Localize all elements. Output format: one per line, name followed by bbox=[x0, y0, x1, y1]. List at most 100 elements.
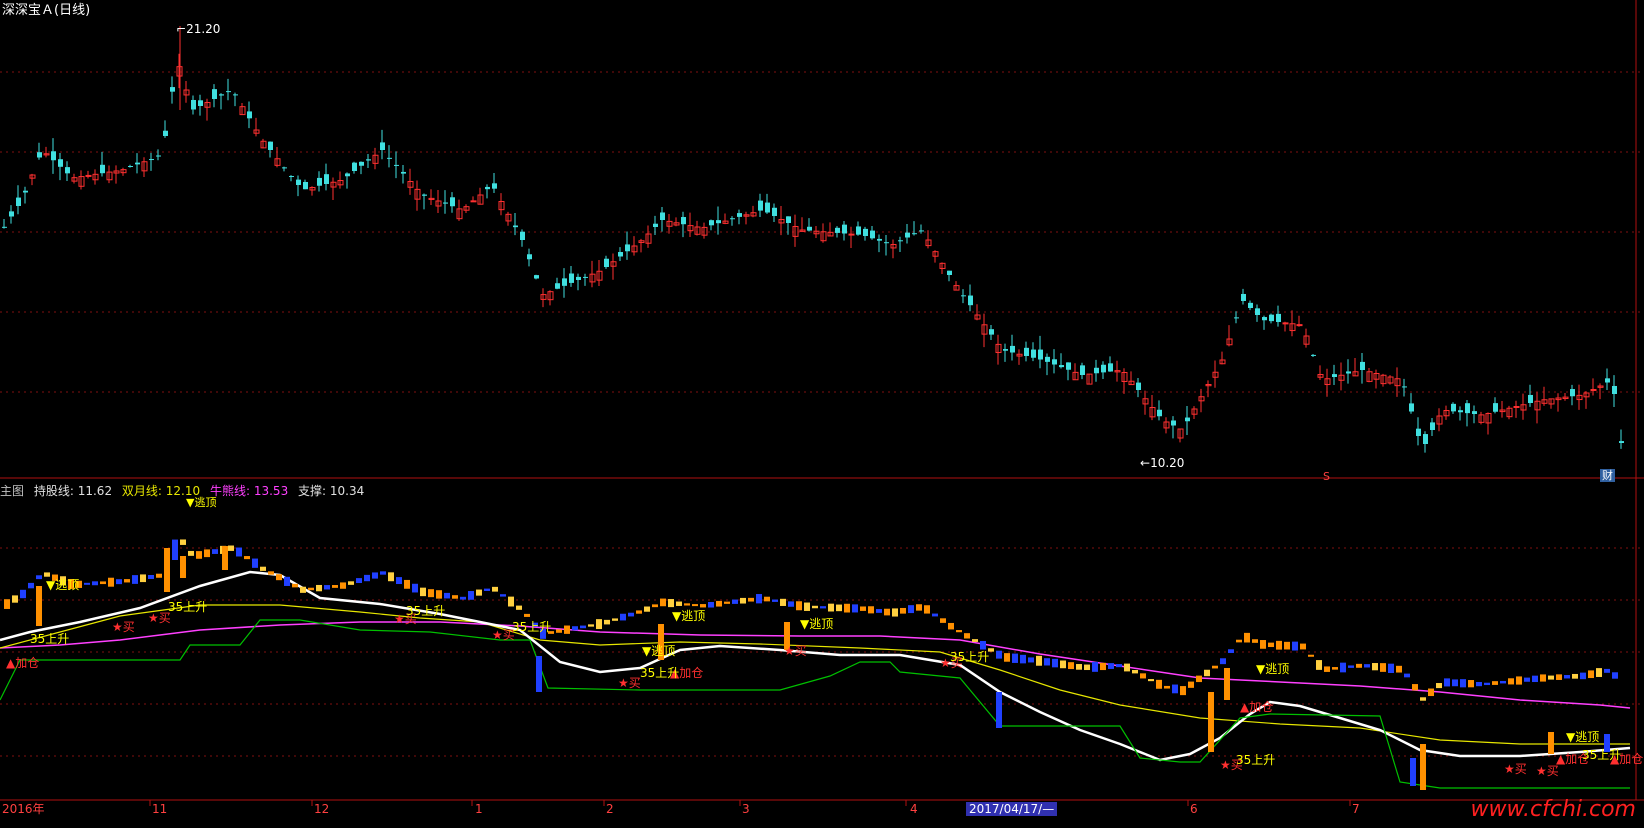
signal-bar bbox=[1188, 681, 1194, 688]
signal-bar bbox=[1340, 662, 1346, 673]
signal-bar bbox=[404, 579, 410, 589]
watermark: www.cfchi.com bbox=[1470, 797, 1636, 822]
signal-bar bbox=[300, 586, 306, 593]
indicator-hold-line: 持股线: 11.62 bbox=[34, 484, 112, 498]
signal-bar bbox=[780, 598, 786, 606]
signal-bar bbox=[1244, 632, 1250, 643]
signal-bar bbox=[1228, 649, 1234, 653]
x-axis-cursor-date[interactable]: 2017/04/17/— bbox=[966, 802, 1058, 816]
signal-bar bbox=[196, 551, 202, 559]
signal-bar bbox=[140, 574, 146, 583]
signal-bar bbox=[1444, 678, 1450, 687]
indicator-name[interactable]: 主图 bbox=[0, 484, 24, 498]
chart-stage[interactable]: 深深宝Ａ(日线) ⌐21.20 ←10.20 财 S 主图 持股线: 11.62… bbox=[0, 0, 1644, 824]
signal-bar bbox=[796, 601, 802, 611]
chart-svg[interactable] bbox=[0, 0, 1644, 824]
signal-bar bbox=[132, 575, 138, 584]
signal-bar bbox=[1084, 664, 1090, 671]
s-marker: S bbox=[1323, 470, 1330, 483]
signal-bar bbox=[1516, 676, 1522, 685]
signal-bar bbox=[740, 597, 746, 604]
window-title: 深深宝Ａ(日线) bbox=[2, 3, 91, 18]
signal-bar bbox=[332, 585, 338, 588]
signal-bar bbox=[612, 618, 618, 621]
signal-escape-top: ▼逃顶 bbox=[1256, 662, 1290, 676]
signal-bar bbox=[1596, 668, 1602, 677]
signal-bar bbox=[1564, 675, 1570, 679]
signal-bar bbox=[892, 608, 898, 617]
signal-buy: ★买 bbox=[112, 620, 135, 634]
signal-bar bbox=[812, 605, 818, 609]
signal-rise35: 35上升 bbox=[30, 632, 70, 646]
support-label: 支撑: bbox=[298, 484, 327, 498]
signal-bar bbox=[116, 579, 122, 585]
signal-buy: ★买 bbox=[618, 676, 641, 690]
signal-bar bbox=[1132, 669, 1138, 674]
finance-badge[interactable]: 财 bbox=[1600, 469, 1615, 482]
signal-bar bbox=[804, 602, 810, 611]
signal-bar bbox=[212, 549, 218, 554]
signal-bar bbox=[228, 545, 234, 551]
signal-bar bbox=[716, 600, 722, 607]
signal-bar bbox=[204, 549, 210, 558]
signal-bar-tall bbox=[36, 586, 42, 626]
signal-bar bbox=[516, 605, 522, 610]
signal-bar bbox=[1388, 663, 1394, 673]
signal-bar bbox=[660, 598, 666, 607]
signal-bar bbox=[524, 613, 530, 617]
signal-bar bbox=[500, 594, 506, 597]
signal-bar bbox=[556, 629, 562, 633]
signal-bar bbox=[644, 606, 650, 612]
signal-rise35: 35上升 bbox=[640, 666, 680, 680]
signal-bar bbox=[732, 599, 738, 604]
signal-bar bbox=[620, 613, 626, 621]
signal-rise35: 35上升 bbox=[168, 600, 208, 614]
signal-bar bbox=[1108, 663, 1114, 669]
signal-bar bbox=[1476, 681, 1482, 687]
signal-bar bbox=[564, 625, 570, 634]
signal-bar bbox=[284, 576, 290, 586]
signal-bar bbox=[724, 601, 730, 604]
signal-bar bbox=[12, 595, 18, 603]
signal-bar bbox=[1580, 672, 1586, 680]
signal-bar bbox=[940, 618, 946, 623]
two-month-label: 双月线: bbox=[121, 484, 162, 498]
signal-bar bbox=[1180, 686, 1186, 696]
signal-bar bbox=[268, 571, 274, 575]
signal-bar bbox=[764, 596, 770, 602]
signal-bar bbox=[572, 626, 578, 631]
signal-bar bbox=[292, 583, 298, 588]
signal-bar bbox=[1356, 663, 1362, 668]
signal-bar bbox=[308, 587, 314, 591]
signal-bar-tall bbox=[1410, 758, 1416, 786]
signal-bar bbox=[188, 550, 194, 556]
signal-bar bbox=[484, 588, 490, 591]
signal-bar bbox=[1284, 641, 1290, 650]
signal-bar-tall bbox=[172, 542, 178, 560]
signal-bar bbox=[348, 581, 354, 585]
signal-bar bbox=[1612, 672, 1618, 679]
signal-bar bbox=[1260, 640, 1266, 649]
signal-rise35: 35上升 bbox=[1236, 753, 1276, 767]
signal-add-position: ▲加仓 bbox=[6, 656, 40, 670]
signal-bar bbox=[836, 604, 842, 612]
signal-bar bbox=[1100, 662, 1106, 671]
signal-bar bbox=[1172, 684, 1178, 694]
signal-bar bbox=[1300, 643, 1306, 650]
signal-bar bbox=[1020, 654, 1026, 664]
signal-bar bbox=[1604, 668, 1610, 673]
x-axis-label: 3 bbox=[742, 802, 750, 816]
signal-bar bbox=[1404, 673, 1410, 678]
signal-bar bbox=[1420, 697, 1426, 701]
signal-bar bbox=[1052, 658, 1058, 668]
signal-bar bbox=[1068, 662, 1074, 670]
signal-bar bbox=[860, 606, 866, 611]
signal-bar bbox=[828, 603, 834, 612]
signal-bar bbox=[1148, 679, 1154, 682]
signal-bar bbox=[908, 605, 914, 614]
signal-bar bbox=[1236, 639, 1242, 643]
bull-bear-value: 13.53 bbox=[253, 484, 289, 498]
signal-bar bbox=[956, 630, 962, 633]
signal-bar bbox=[820, 606, 826, 609]
signal-escape-top: ▼逃顶 bbox=[672, 609, 706, 623]
